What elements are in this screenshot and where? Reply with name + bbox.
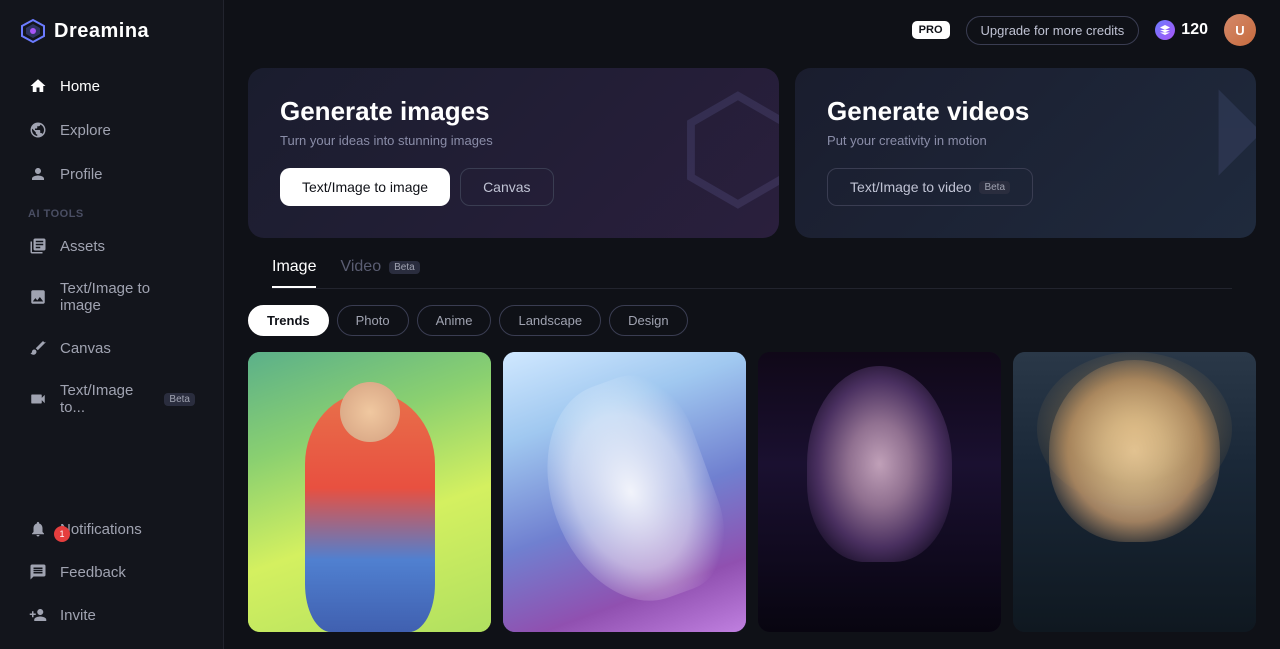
text-video-button-label: Text/Image to video [850,179,971,195]
sidebar-item-profile-label: Profile [60,166,103,183]
sidebar-navigation: Home Explore Profile AI tools Assets [0,60,223,649]
text-image-icon [28,287,48,307]
sidebar-item-text-video[interactable]: Text/Image to... Beta [8,371,215,427]
credits-section: 120 [1155,20,1208,40]
videos-card-title: Generate videos [827,96,1224,127]
filter-section: Trends Photo Anime Landscape Design [224,289,1280,352]
videos-card-buttons: Text/Image to video Beta [827,168,1224,206]
logo-icon [20,18,46,44]
sidebar-bottom: 1 Notifications Feedback Invite [0,507,223,645]
invite-icon [28,605,48,625]
sidebar-item-notifications-label: Notifications [60,521,142,538]
tab-image[interactable]: Image [272,258,316,288]
user-avatar[interactable]: U [1224,14,1256,46]
grid-image-unicorn[interactable] [503,352,746,632]
sidebar-item-profile[interactable]: Profile [8,153,215,195]
videos-card-subtitle: Put your creativity in motion [827,133,1224,148]
text-image-to-video-button[interactable]: Text/Image to video Beta [827,168,1033,206]
sidebar-item-canvas[interactable]: Canvas [8,327,215,369]
main-content: PRO Upgrade for more credits 120 U ⬡ Gen… [224,0,1280,649]
tab-image-label: Image [272,258,316,276]
filter-photo[interactable]: Photo [337,305,409,336]
tab-video-beta: Beta [389,261,420,274]
sidebar-item-invite-label: Invite [60,607,96,624]
text-video-icon [28,389,48,409]
upgrade-button[interactable]: Upgrade for more credits [966,16,1140,45]
tabs-wrapper: Image Video Beta [224,238,1280,289]
tab-video-label: Video [340,258,381,276]
sidebar-item-invite[interactable]: Invite [8,594,215,636]
text-video-beta-badge: Beta [164,393,195,406]
video-beta-badge: Beta [979,181,1010,194]
generate-videos-card: ⏵ Generate videos Put your creativity in… [795,68,1256,238]
upgrade-label: Upgrade for more credits [981,23,1125,38]
tabs-section: Image Video Beta [272,238,1232,289]
notification-badge: 1 [54,526,70,542]
sidebar-item-assets[interactable]: Assets [8,225,215,267]
sidebar-item-home[interactable]: Home [8,65,215,107]
home-icon [28,76,48,96]
filter-trends[interactable]: Trends [248,305,329,336]
sidebar-item-explore[interactable]: Explore [8,109,215,151]
tab-video[interactable]: Video Beta [340,258,419,288]
images-bg-decoration: ⬡ [677,78,779,218]
canvas-button[interactable]: Canvas [460,168,553,206]
explore-icon [28,120,48,140]
logo-container: Dreamina [0,0,223,60]
canvas-icon [28,338,48,358]
filter-landscape[interactable]: Landscape [499,305,601,336]
filter-anime[interactable]: Anime [417,305,492,336]
text-image-to-image-button[interactable]: Text/Image to image [280,168,450,206]
sidebar-item-text-image[interactable]: Text/Image to image [8,269,215,325]
generate-images-card: ⬡ Generate images Turn your ideas into s… [248,68,779,238]
logo-text: Dreamina [54,20,149,43]
bell-icon: 1 [28,519,48,539]
pro-badge: PRO [912,21,950,39]
topbar: PRO Upgrade for more credits 120 U [224,0,1280,60]
sidebar-item-notifications[interactable]: 1 Notifications [8,508,215,550]
sidebar: Dreamina Home Explore Profile AI tools [0,0,224,649]
credits-icon [1155,20,1175,40]
assets-icon [28,236,48,256]
feedback-icon [28,562,48,582]
sidebar-item-assets-label: Assets [60,238,105,255]
sidebar-item-text-video-label: Text/Image to... [60,382,148,416]
profile-icon [28,164,48,184]
sidebar-item-canvas-label: Canvas [60,340,111,357]
grid-image-warrior[interactable] [758,352,1001,632]
sidebar-item-feedback[interactable]: Feedback [8,551,215,593]
filter-design[interactable]: Design [609,305,687,336]
sidebar-item-home-label: Home [60,78,100,95]
sidebar-item-explore-label: Explore [60,122,111,139]
sidebar-item-feedback-label: Feedback [60,564,126,581]
ai-tools-label: AI tools [0,196,223,224]
sidebar-item-text-image-label: Text/Image to image [60,280,195,314]
grid-image-doll[interactable] [248,352,491,632]
videos-bg-decoration: ⏵ [1206,73,1256,193]
grid-image-portrait[interactable] [1013,352,1256,632]
image-grid [224,352,1280,649]
credits-count: 120 [1181,21,1208,39]
